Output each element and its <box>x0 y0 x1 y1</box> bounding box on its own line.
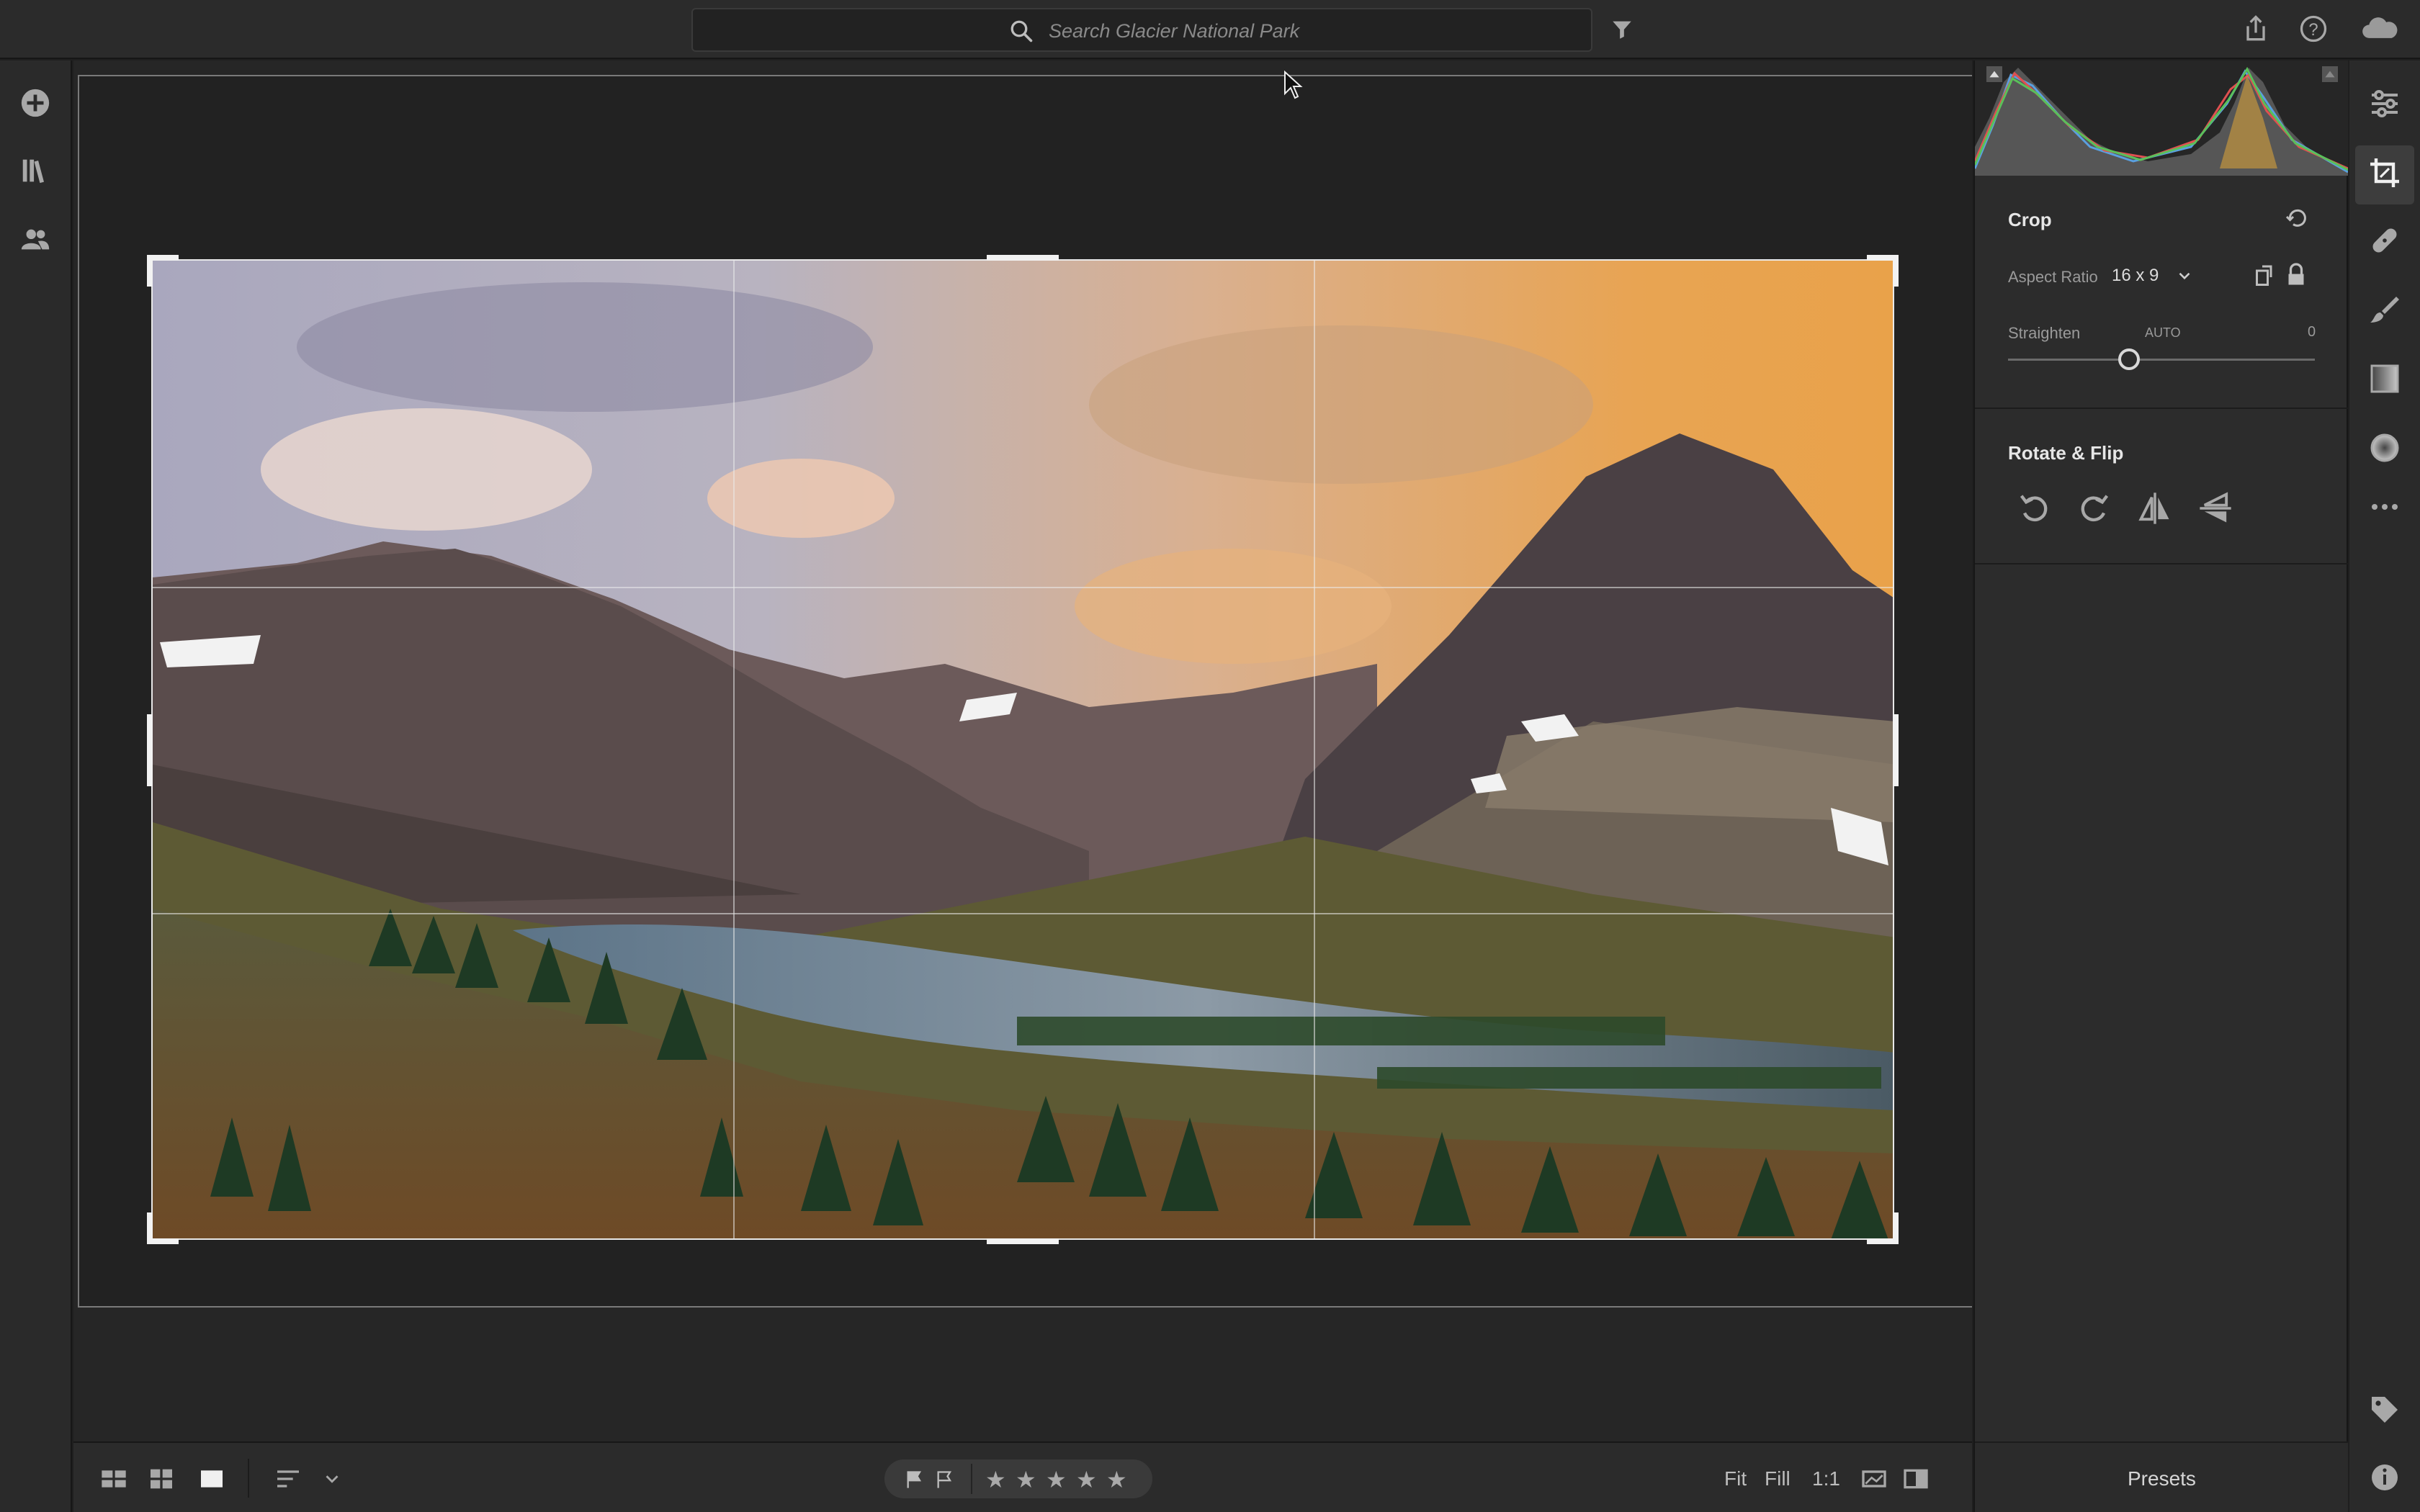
crop-grid-line-v2 <box>1314 261 1315 1238</box>
crop-handle-bottom-right-v[interactable] <box>1893 1212 1899 1244</box>
compare-split-icon[interactable] <box>1901 1464 1930 1493</box>
flip-vertical-icon[interactable] <box>2197 490 2234 527</box>
orientation-toggle-icon[interactable] <box>2251 262 2277 288</box>
radial-gradient-icon[interactable] <box>2367 431 2402 465</box>
filter-icon[interactable] <box>1610 17 1634 42</box>
zoom-1to1[interactable]: 1:1 <box>1812 1467 1840 1490</box>
detail-view-icon[interactable] <box>197 1464 226 1493</box>
brush-icon[interactable] <box>2367 292 2402 327</box>
library-icon[interactable] <box>19 154 52 187</box>
aspect-ratio-label: Aspect Ratio <box>2008 268 2098 286</box>
star-3[interactable]: ★ <box>1046 1468 1067 1491</box>
top-bar: Search Glacier National Park ? <box>0 0 2420 59</box>
star-4[interactable]: ★ <box>1076 1468 1097 1491</box>
grid-view-icon[interactable] <box>147 1464 176 1493</box>
crop-grid-line-v1 <box>733 261 735 1238</box>
straighten-label: Straighten <box>2008 324 2081 342</box>
reject-flag-icon[interactable] <box>935 1470 955 1490</box>
square-grid-view-icon[interactable] <box>99 1464 128 1493</box>
chevron-down-icon[interactable] <box>321 1464 343 1493</box>
star-2[interactable]: ★ <box>1016 1468 1036 1491</box>
bottom-toolbar: ★ ★ ★ ★ ★ Fit Fill 1:1 <box>73 1441 1972 1512</box>
histogram-graph <box>1973 66 2349 176</box>
app-window: Search Glacier National Park ? ★ ★ ★ ★ ★… <box>0 0 2420 1512</box>
crop-section-title: Crop <box>2008 209 2052 230</box>
sort-icon[interactable] <box>274 1464 302 1493</box>
search-placeholder: Search Glacier National Park <box>1049 20 1300 42</box>
crop-handle-top-left-v[interactable] <box>147 255 153 287</box>
info-icon[interactable] <box>2367 1460 2402 1495</box>
crop-handle-left[interactable] <box>147 714 153 786</box>
toolbar-divider <box>248 1459 249 1498</box>
straighten-auto-button[interactable]: AUTO <box>2145 325 2181 341</box>
crop-grid-line-h2 <box>153 913 1893 914</box>
zoom-fit[interactable]: Fit <box>1724 1467 1747 1490</box>
crop-handle-bottom-left-v[interactable] <box>147 1212 153 1244</box>
flag-rating-control: ★ ★ ★ ★ ★ <box>884 1459 1152 1498</box>
healing-icon[interactable] <box>2367 223 2402 258</box>
tag-icon[interactable] <box>2367 1392 2402 1427</box>
shadow-clipping-icon[interactable] <box>1986 66 2002 82</box>
pick-flag-icon[interactable] <box>905 1470 925 1490</box>
rotate-right-icon[interactable] <box>2076 490 2113 527</box>
search-icon <box>1010 20 1033 42</box>
add-photos-icon[interactable] <box>19 86 52 120</box>
crop-icon[interactable] <box>2367 156 2402 190</box>
straighten-value[interactable]: 0 <box>2308 324 2316 341</box>
crop-handle-right[interactable] <box>1893 714 1899 786</box>
rotate-left-icon[interactable] <box>2015 490 2053 527</box>
edit-panel: Crop Aspect Ratio 16 x 9 Straighten AUTO… <box>1973 60 2349 1512</box>
presets-button[interactable]: Presets <box>1975 1441 2348 1512</box>
section-divider <box>1975 408 2348 409</box>
edit-tools-toolbar <box>2349 60 2420 1512</box>
straighten-slider-track[interactable] <box>2008 359 2315 361</box>
share-icon[interactable] <box>2240 13 2272 45</box>
reset-crop-icon[interactable] <box>2283 206 2312 232</box>
histogram <box>1973 60 2349 176</box>
crop-grid-line-h1 <box>153 587 1893 588</box>
crop-handle-top-right-v[interactable] <box>1893 255 1899 287</box>
search-box[interactable]: Search Glacier National Park <box>691 8 1592 52</box>
help-icon[interactable]: ? <box>2298 13 2329 45</box>
rating-divider <box>971 1464 972 1494</box>
crop-handle-bottom[interactable] <box>987 1238 1059 1244</box>
straighten-slider-knob[interactable] <box>2118 348 2140 370</box>
flip-horizontal-icon[interactable] <box>2136 490 2174 527</box>
section-divider <box>1975 563 2348 564</box>
highlight-clipping-icon[interactable] <box>2322 66 2338 82</box>
people-icon[interactable] <box>19 223 52 256</box>
svg-text:?: ? <box>2308 20 2318 40</box>
before-after-icon[interactable] <box>1860 1464 1888 1493</box>
presets-label: Presets <box>2128 1467 2196 1490</box>
crop-handle-top[interactable] <box>987 255 1059 261</box>
photo-preview[interactable] <box>151 259 1894 1240</box>
rotate-flip-section-title: Rotate & Flip <box>2008 442 2124 464</box>
star-5[interactable]: ★ <box>1106 1468 1127 1491</box>
aspect-ratio-select[interactable]: 16 x 9 <box>2112 266 2159 286</box>
landscape-image <box>153 261 1893 1238</box>
star-1[interactable]: ★ <box>985 1468 1006 1491</box>
mouse-cursor <box>1284 71 1303 99</box>
left-sidebar <box>0 60 72 1512</box>
lock-icon[interactable] <box>2283 262 2309 288</box>
edit-sliders-icon[interactable] <box>2367 86 2402 121</box>
zoom-fill[interactable]: Fill <box>1765 1467 1791 1490</box>
more-icon[interactable] <box>2367 490 2402 524</box>
chevron-down-icon[interactable] <box>2175 266 2194 285</box>
cloud-icon[interactable] <box>2360 13 2400 45</box>
linear-gradient-icon[interactable] <box>2367 361 2402 396</box>
